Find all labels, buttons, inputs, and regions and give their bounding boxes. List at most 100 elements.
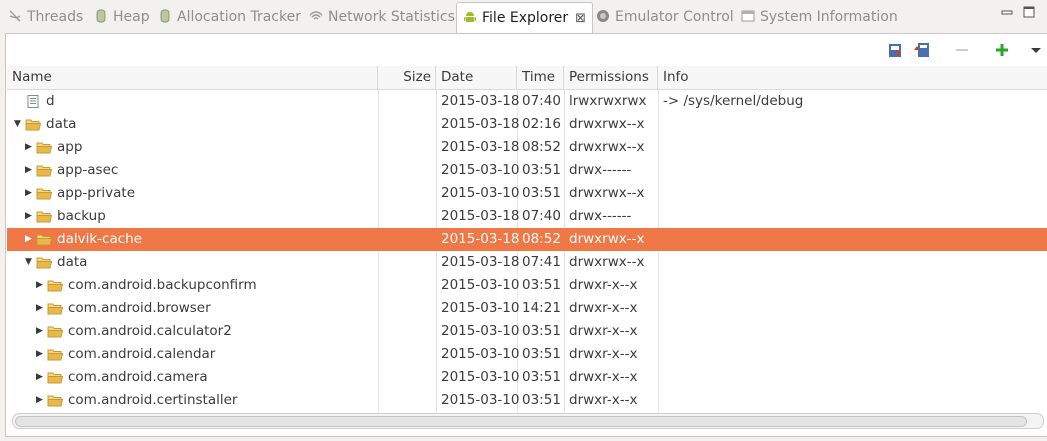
file-permissions: drwxrwx--x: [569, 139, 645, 155]
tab-label: File Explorer: [482, 10, 569, 26]
tab-label: Network Statistics: [328, 9, 455, 25]
file-name: dalvik-cache: [57, 231, 143, 247]
table-row[interactable]: ▶ app-private 2015-03-10 03:51 drwxrwx--x: [7, 182, 1047, 205]
expand-arrow-icon[interactable]: ▶: [36, 297, 46, 320]
folder-icon: [36, 142, 52, 154]
file-date: 2015-03-10: [441, 346, 520, 362]
collapse-arrow-icon[interactable]: ▼: [14, 113, 24, 136]
tab-threads[interactable]: Threads: [8, 4, 83, 30]
table-row[interactable]: ▶ backup 2015-03-18 07:40 drwx------: [7, 205, 1047, 228]
table-row[interactable]: ▶ com.android.calendar 2015-03-10 03:51 drwx…: [7, 343, 1047, 366]
file-name: data: [57, 254, 88, 270]
expand-arrow-icon[interactable]: ▶: [25, 182, 35, 205]
file-name: app: [57, 139, 83, 155]
file-permissions: lrwxrwxrwx: [569, 93, 647, 109]
file-time: 07:40: [522, 93, 561, 109]
file-permissions: drwx------: [569, 208, 632, 224]
folder-icon: [47, 372, 63, 384]
file-date: 2015-03-10: [441, 300, 520, 316]
file-date: 2015-03-10: [441, 323, 520, 339]
network-icon: [309, 11, 323, 20]
tab-label: Heap: [113, 9, 150, 25]
table-row[interactable]: ▼ data 2015-03-18 07:41 drwxrwx--x: [7, 251, 1047, 274]
collapse-arrow-icon[interactable]: ▼: [25, 251, 35, 274]
expand-arrow-icon[interactable]: ▶: [36, 366, 46, 389]
folder-icon: [36, 257, 52, 269]
folder-icon: [36, 165, 52, 177]
column-header-name[interactable]: Name: [7, 66, 378, 89]
file-date: 2015-03-18: [441, 116, 520, 132]
table-row[interactable]: ▶ com.android.browser 2015-03-10 14:21 drwxr…: [7, 297, 1047, 320]
tab-allocation-tracker[interactable]: Allocation Tracker: [158, 4, 301, 30]
table-row[interactable]: ▶ com.android.backupconfirm 2015-03-10 03:5…: [7, 274, 1047, 297]
table-row[interactable]: ▶ app-asec 2015-03-10 03:51 drwx------: [7, 159, 1047, 182]
file-name: com.android.camera: [68, 369, 208, 385]
table-row[interactable]: ▶ com.android.calculator2 2015-03-10 03:51 d…: [7, 320, 1047, 343]
table-row[interactable]: ▼ data 2015-03-18 02:16 drwxrwx--x: [7, 113, 1047, 136]
column-header-time[interactable]: Time: [517, 66, 564, 89]
file-date: 2015-03-10: [441, 392, 520, 408]
file-name: com.android.calculator2: [68, 323, 232, 339]
delete-button[interactable]: [952, 40, 972, 60]
table-row[interactable]: ▶ app 2015-03-18 08:52 drwxrwx--x: [7, 136, 1047, 159]
pull-file-icon: [889, 44, 901, 57]
folder-icon: [47, 349, 63, 361]
maximize-button[interactable]: [1023, 6, 1035, 21]
file-time: 08:52: [522, 139, 561, 155]
file-name: com.android.certinstaller: [68, 392, 238, 408]
file-time: 03:51: [522, 162, 561, 178]
expand-arrow-icon[interactable]: ▶: [25, 159, 35, 182]
file-time: 14:21: [522, 300, 561, 316]
folder-icon: [36, 234, 52, 246]
minimize-button[interactable]: [1001, 6, 1013, 21]
tab-file-explorer[interactable]: File Explorer ⊠: [456, 2, 594, 33]
expand-arrow-icon[interactable]: ▶: [36, 389, 46, 412]
new-folder-icon: [996, 44, 1008, 56]
file-permissions: drwxr-x--x: [569, 277, 638, 293]
horizontal-scrollbar[interactable]: [12, 413, 1044, 429]
file-date: 2015-03-10: [441, 185, 520, 201]
pull-file-button[interactable]: [886, 40, 906, 60]
tab-label: Emulator Control: [615, 9, 734, 25]
file-permissions: drwxr-x--x: [569, 323, 638, 339]
file-explorer-view: Name Size Date Time Permissions Info d 20…: [5, 33, 1047, 437]
file-time: 07:40: [522, 208, 561, 224]
tab-system-information[interactable]: System Information: [741, 4, 898, 30]
expand-arrow-icon[interactable]: ▶: [25, 136, 35, 159]
table-row[interactable]: ▶ com.android.camera 2015-03-10 03:51 drwxr-…: [7, 366, 1047, 389]
file-date: 2015-03-10: [441, 369, 520, 385]
tab-emulator-control[interactable]: Emulator Control: [596, 4, 734, 30]
column-header-date[interactable]: Date: [436, 66, 517, 89]
file-time: 03:51: [522, 277, 561, 293]
scrollbar-thumb[interactable]: [15, 416, 1027, 427]
file-permissions: drwxr-x--x: [569, 346, 638, 362]
expand-arrow-icon[interactable]: ▶: [25, 228, 35, 251]
table-row[interactable]: d 2015-03-18 07:40 lrwxrwxrwx -> /sys/kernel…: [7, 90, 1047, 113]
column-header-info[interactable]: Info: [658, 66, 1047, 89]
expand-arrow-icon[interactable]: ▶: [36, 320, 46, 343]
file-permissions: drwxr-x--x: [569, 369, 638, 385]
column-header-size[interactable]: Size: [378, 66, 436, 89]
emulator-icon: [597, 10, 609, 22]
folder-icon: [25, 119, 41, 131]
new-folder-button[interactable]: [992, 40, 1012, 60]
file-date: 2015-03-18: [441, 254, 520, 270]
push-file-button[interactable]: [912, 40, 932, 60]
column-header-permissions[interactable]: Permissions: [564, 66, 658, 89]
minimize-icon: [1001, 10, 1013, 15]
file-time: 07:41: [522, 254, 561, 270]
close-icon[interactable]: ⊠: [575, 11, 586, 26]
view-menu-button[interactable]: [1028, 40, 1047, 60]
tab-network-statistics[interactable]: Network Statistics: [309, 4, 455, 30]
expand-arrow-icon[interactable]: ▶: [36, 274, 46, 297]
tab-heap[interactable]: Heap: [94, 4, 150, 30]
view-tab-bar: Threads Heap Allocation Tracker Network …: [0, 0, 1047, 33]
table-row[interactable]: ▶ dalvik-cache 2015-03-18 08:52 drwxrwx--x: [7, 228, 1047, 251]
table-row[interactable]: ▶ com.android.certinstaller 2015-03-10 03:5…: [7, 389, 1047, 412]
expand-arrow-icon[interactable]: ▶: [25, 205, 35, 228]
tab-label: Threads: [27, 9, 84, 25]
expand-arrow-icon[interactable]: ▶: [36, 343, 46, 366]
table-header: Name Size Date Time Permissions Info: [7, 66, 1047, 90]
file-permissions: drwxrwx--x: [569, 116, 645, 132]
tab-label: Allocation Tracker: [177, 9, 301, 25]
